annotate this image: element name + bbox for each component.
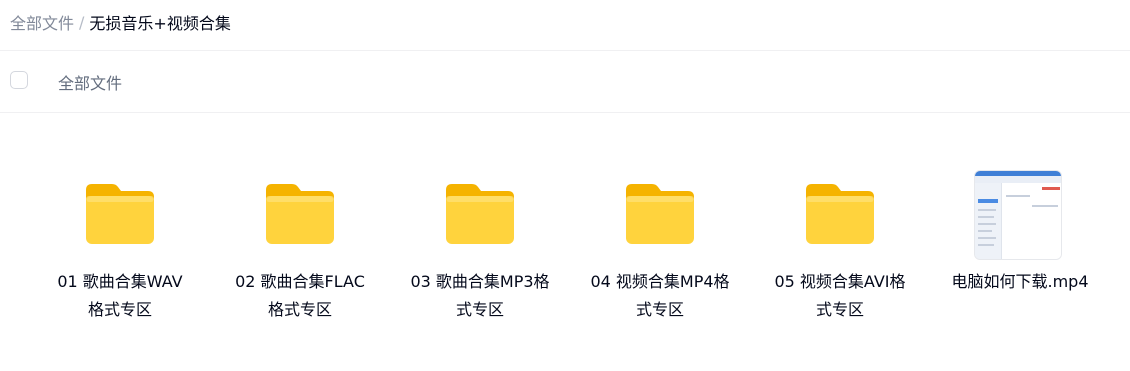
breadcrumb: 全部文件 / 无损音乐+视频合集 xyxy=(10,0,231,44)
video-thumbnail xyxy=(974,170,1062,260)
file-name[interactable]: 03 歌曲合集MP3格式专区 xyxy=(410,268,550,324)
list-header-label: 全部文件 xyxy=(58,74,123,93)
file-name[interactable]: 01 歌曲合集WAV格式专区 xyxy=(50,268,190,324)
file-name[interactable]: 02 歌曲合集FLAC格式专区 xyxy=(230,268,370,324)
breadcrumb-root-link[interactable]: 全部文件 xyxy=(10,10,74,34)
breadcrumb-current: 无损音乐+视频合集 xyxy=(89,14,231,33)
folder-icon xyxy=(620,168,700,248)
folder-icon xyxy=(440,168,520,248)
file-name[interactable]: 电脑如何下载.mp4 xyxy=(950,268,1090,296)
divider xyxy=(0,112,1130,113)
file-name[interactable]: 05 视频合集AVI格式专区 xyxy=(770,268,910,324)
folder-item[interactable]: 05 视频合集AVI格式专区 xyxy=(765,150,915,340)
folder-item[interactable]: 01 歌曲合集WAV格式专区 xyxy=(45,150,195,340)
video-item[interactable]: 电脑如何下载.mp4 xyxy=(945,150,1095,340)
folder-item[interactable]: 04 视频合集MP4格式专区 xyxy=(585,150,735,340)
list-header: 全部文件 xyxy=(0,51,1130,112)
video-thumbnail-image xyxy=(974,170,1062,260)
folder-icon xyxy=(260,168,340,248)
folder-item[interactable]: 03 歌曲合集MP3格式专区 xyxy=(405,150,555,340)
folder-item[interactable]: 02 歌曲合集FLAC格式专区 xyxy=(225,150,375,340)
file-name[interactable]: 04 视频合集MP4格式专区 xyxy=(590,268,730,324)
folder-icon xyxy=(800,168,880,248)
folder-icon xyxy=(80,168,160,248)
select-all-checkbox[interactable] xyxy=(10,71,28,89)
breadcrumb-separator: / xyxy=(79,12,85,32)
